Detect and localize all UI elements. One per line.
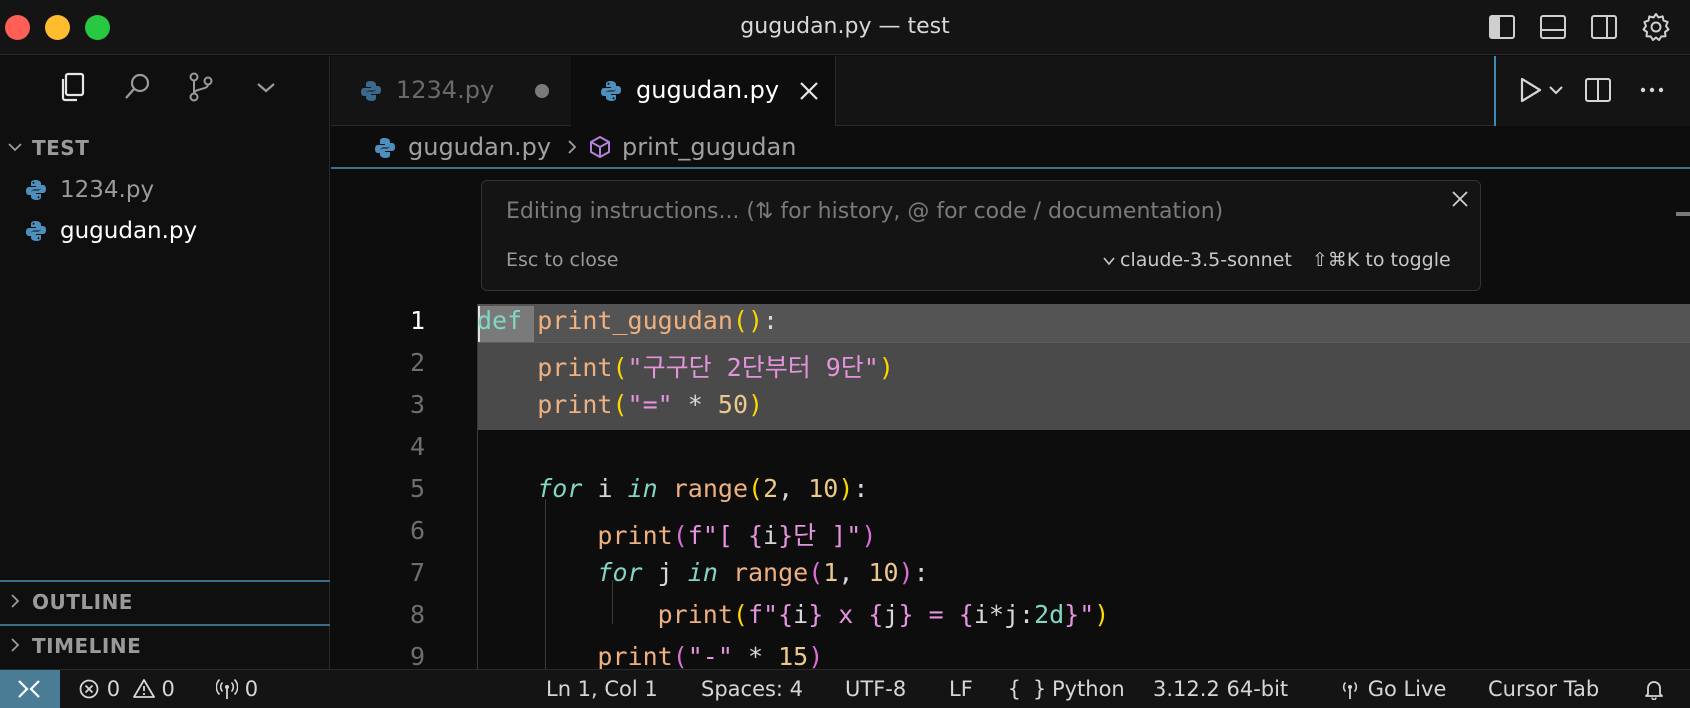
file-item-gugudan[interactable]: gugudan.py	[0, 210, 330, 252]
breadcrumb-symbol[interactable]: print_gugudan	[622, 133, 796, 161]
code-line: 2 print("구구단 2단부터 9단")	[331, 343, 1690, 385]
problems-indicator[interactable]: 0 0	[78, 677, 175, 701]
code-line: 4	[331, 427, 1690, 469]
editor-tab-bar: 1234.py gugudan.py	[331, 56, 1690, 126]
split-editor-icon[interactable]	[1582, 74, 1614, 106]
line-number: 8	[409, 600, 425, 629]
tab-label: gugudan.py	[636, 76, 780, 104]
breadcrumb: gugudan.py print_gugudan	[331, 127, 1690, 169]
explorer-files-icon[interactable]	[56, 70, 90, 104]
chevron-down-icon	[1103, 256, 1115, 265]
toggle-panel-icon[interactable]	[1538, 12, 1568, 42]
run-python-file-icon[interactable]	[1514, 74, 1546, 106]
cursor-tab-status[interactable]: Cursor Tab	[1488, 677, 1599, 701]
timeline-section-header[interactable]: TIMELINE	[0, 624, 330, 668]
notifications-bell-icon[interactable]	[1643, 677, 1665, 701]
settings-gear-icon[interactable]	[1641, 12, 1671, 42]
chevron-right-icon	[568, 140, 577, 154]
model-name: claude-3.5-sonnet	[1120, 249, 1292, 271]
line-number: 4	[409, 432, 425, 461]
python-interpreter[interactable]: 3.12.2 64-bit	[1153, 677, 1288, 701]
close-prompt-icon[interactable]	[1448, 187, 1472, 211]
cursor-position[interactable]: Ln 1, Col 1	[546, 677, 658, 701]
braces-icon: { }	[1008, 677, 1046, 701]
esc-hint: Esc to close	[506, 249, 619, 271]
python-file-icon	[601, 81, 621, 101]
code-line: 3 print("=" * 50)	[331, 385, 1690, 427]
ports-indicator[interactable]: 0	[216, 677, 258, 701]
more-actions-ellipsis-icon[interactable]	[1636, 74, 1668, 106]
line-number: 2	[409, 348, 425, 377]
timeline-title: TIMELINE	[32, 634, 142, 658]
line-number: 5	[409, 474, 425, 503]
inline-edit-prompt: Esc to close claude-3.5-sonnet ⇧⌘K to to…	[481, 180, 1481, 291]
outline-title: OUTLINE	[32, 590, 133, 614]
explorer-section-title: TEST	[32, 136, 90, 160]
search-icon[interactable]	[121, 70, 155, 104]
toggle-secondary-sidebar-icon[interactable]	[1589, 12, 1619, 42]
scrollbar-position-marker	[1676, 212, 1690, 216]
broadcast-icon	[216, 678, 238, 699]
code-line: 7 for j in range(1, 10):	[331, 553, 1690, 595]
code-line: 1 def print_gugudan():	[331, 301, 1690, 343]
explorer-sidebar: TEST 1234.py gugudan.py OUTLINE TIMELINE	[0, 56, 330, 669]
run-options-chevron-down-icon[interactable]	[1546, 74, 1566, 106]
unsaved-dot-icon[interactable]	[535, 84, 549, 98]
go-live-label: Go Live	[1367, 677, 1447, 701]
status-bar: 0 0 0 Ln 1, Col 1 Spaces: 4 UTF-8 LF { }…	[0, 669, 1690, 708]
code-editor[interactable]: 1 def print_gugudan(): 2 print("구구단 2단부터…	[331, 170, 1690, 669]
line-number: 6	[409, 516, 425, 545]
tab-gugudan[interactable]: gugudan.py	[571, 56, 836, 126]
indentation[interactable]: Spaces: 4	[701, 677, 803, 701]
vertical-scrollbar[interactable]	[1676, 170, 1690, 669]
model-selector[interactable]: claude-3.5-sonnet	[1102, 249, 1292, 271]
go-live-button[interactable]: Go Live	[1339, 677, 1446, 701]
method-cube-icon	[590, 135, 610, 159]
language-label: Python	[1051, 677, 1125, 701]
editor-actions	[1494, 56, 1690, 126]
close-tab-icon[interactable]	[796, 78, 822, 104]
encoding[interactable]: UTF-8	[845, 677, 906, 701]
code-line: 6 print(f"[ {i}단 ]")	[331, 511, 1690, 553]
python-file-icon	[26, 221, 46, 241]
explorer-section-header[interactable]: TEST	[0, 128, 330, 168]
title-bar: gugudan.py — test	[0, 0, 1690, 55]
remote-window-button[interactable]	[0, 670, 60, 708]
outline-section-header[interactable]: OUTLINE	[0, 580, 330, 624]
chevron-right-icon	[11, 594, 20, 608]
ports-count: 0	[244, 677, 259, 701]
window-title: gugudan.py — test	[740, 14, 950, 39]
file-name: 1234.py	[60, 177, 155, 203]
line-ending[interactable]: LF	[949, 677, 973, 701]
code-line: 8 print(f"{i} x {j} = {i*j:2d}")	[331, 595, 1690, 637]
chevron-right-icon	[11, 638, 20, 652]
line-number: 3	[409, 390, 425, 419]
breadcrumb-file[interactable]: gugudan.py	[408, 133, 551, 161]
file-item-1234[interactable]: 1234.py	[0, 169, 330, 211]
source-control-icon[interactable]	[184, 70, 218, 104]
line-number: 1	[409, 306, 425, 335]
edit-instructions-input[interactable]	[506, 199, 1406, 224]
error-icon	[79, 679, 99, 699]
code-line: 5 for i in range(2, 10):	[331, 469, 1690, 511]
code-line: 9 print("-" * 15)	[331, 637, 1690, 669]
toggle-primary-sidebar-icon[interactable]	[1487, 12, 1517, 42]
more-views-chevron-down-icon[interactable]	[249, 70, 283, 104]
language-mode[interactable]: { } Python	[1008, 677, 1125, 701]
remote-connection-icon	[18, 680, 40, 698]
line-number: 9	[409, 642, 425, 669]
python-file-icon	[361, 81, 381, 101]
tab-label: 1234.py	[396, 76, 495, 104]
chevron-down-icon	[8, 143, 22, 152]
tab-1234[interactable]: 1234.py	[331, 56, 571, 126]
python-file-icon	[375, 138, 395, 158]
line-number: 7	[409, 558, 425, 587]
python-file-icon	[26, 180, 46, 200]
broadcast-icon	[1342, 681, 1358, 699]
file-name: gugudan.py	[60, 218, 198, 244]
warning-count: 0	[161, 677, 175, 701]
toggle-hint: ⇧⌘K to toggle	[1312, 249, 1451, 271]
error-count: 0	[106, 677, 121, 701]
warning-icon	[132, 679, 155, 698]
